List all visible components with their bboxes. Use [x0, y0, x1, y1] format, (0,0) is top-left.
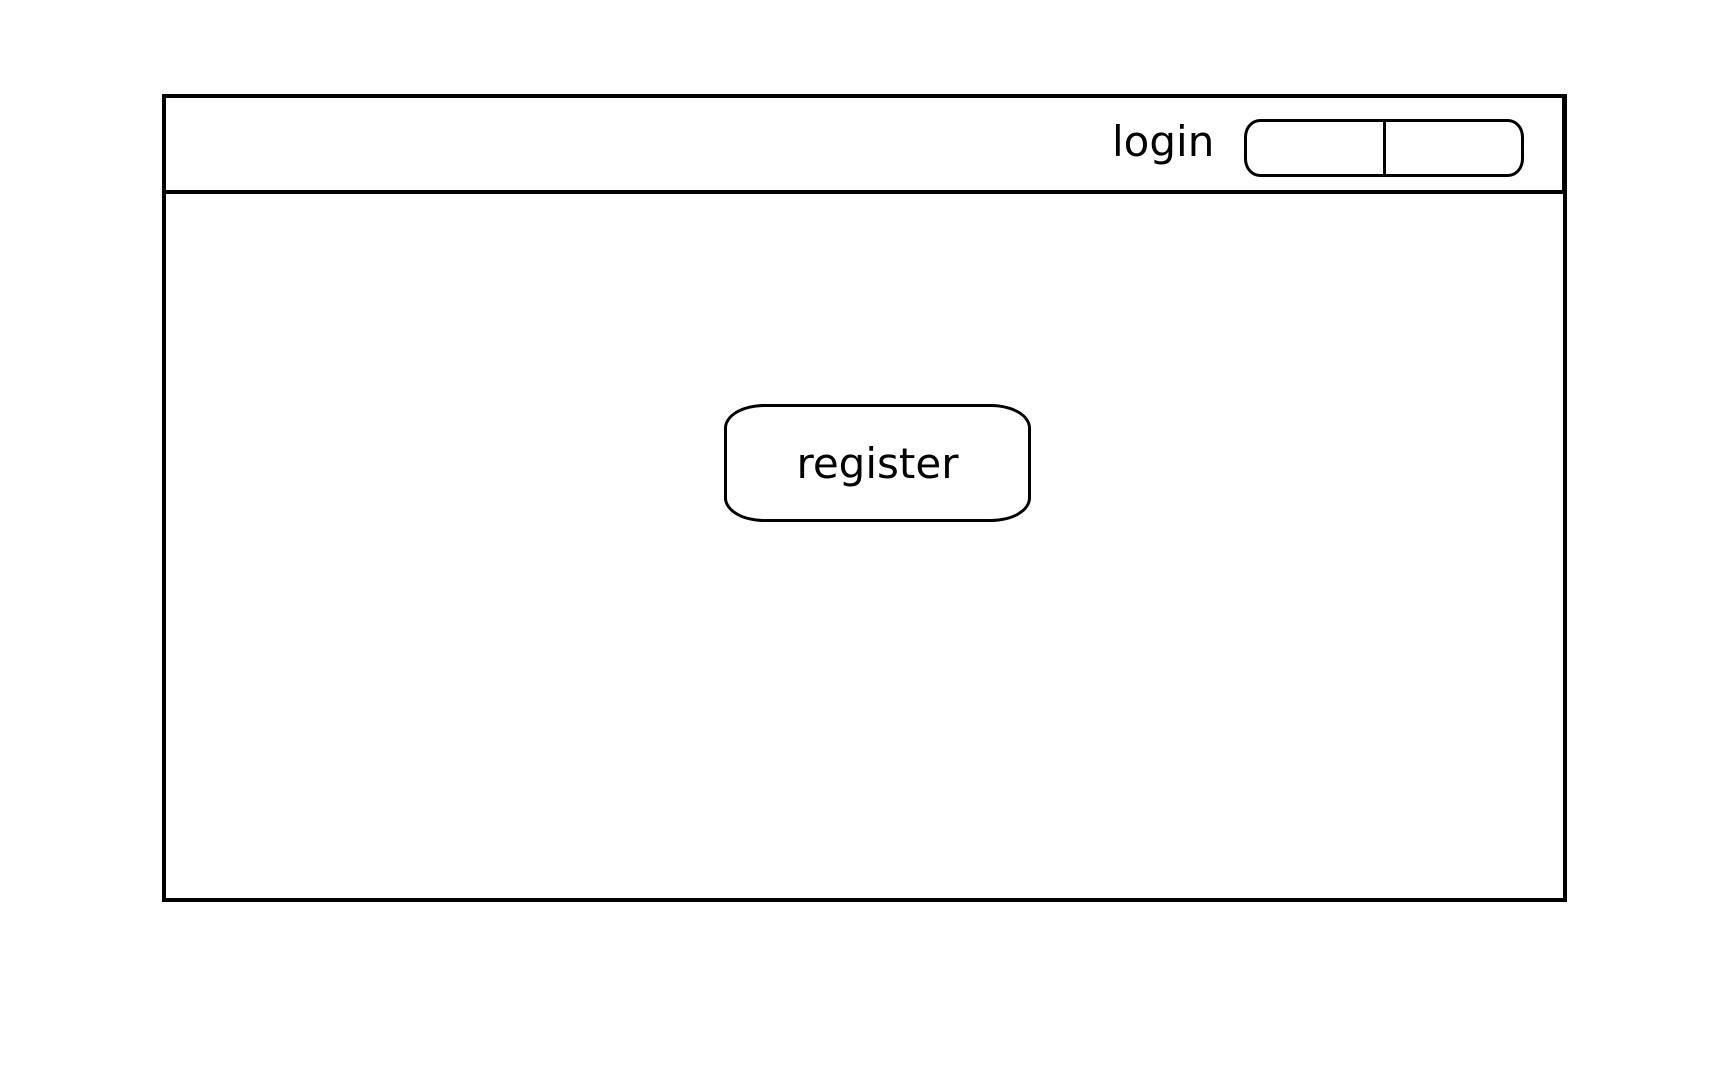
- header-bar: login: [166, 94, 1567, 194]
- register-button[interactable]: register: [724, 404, 1031, 522]
- login-field-right-segment[interactable]: [1382, 122, 1522, 174]
- login-label: login: [1112, 117, 1215, 166]
- app-window: login register: [162, 94, 1567, 902]
- login-field-left-segment[interactable]: [1247, 122, 1383, 174]
- login-field[interactable]: [1244, 119, 1524, 177]
